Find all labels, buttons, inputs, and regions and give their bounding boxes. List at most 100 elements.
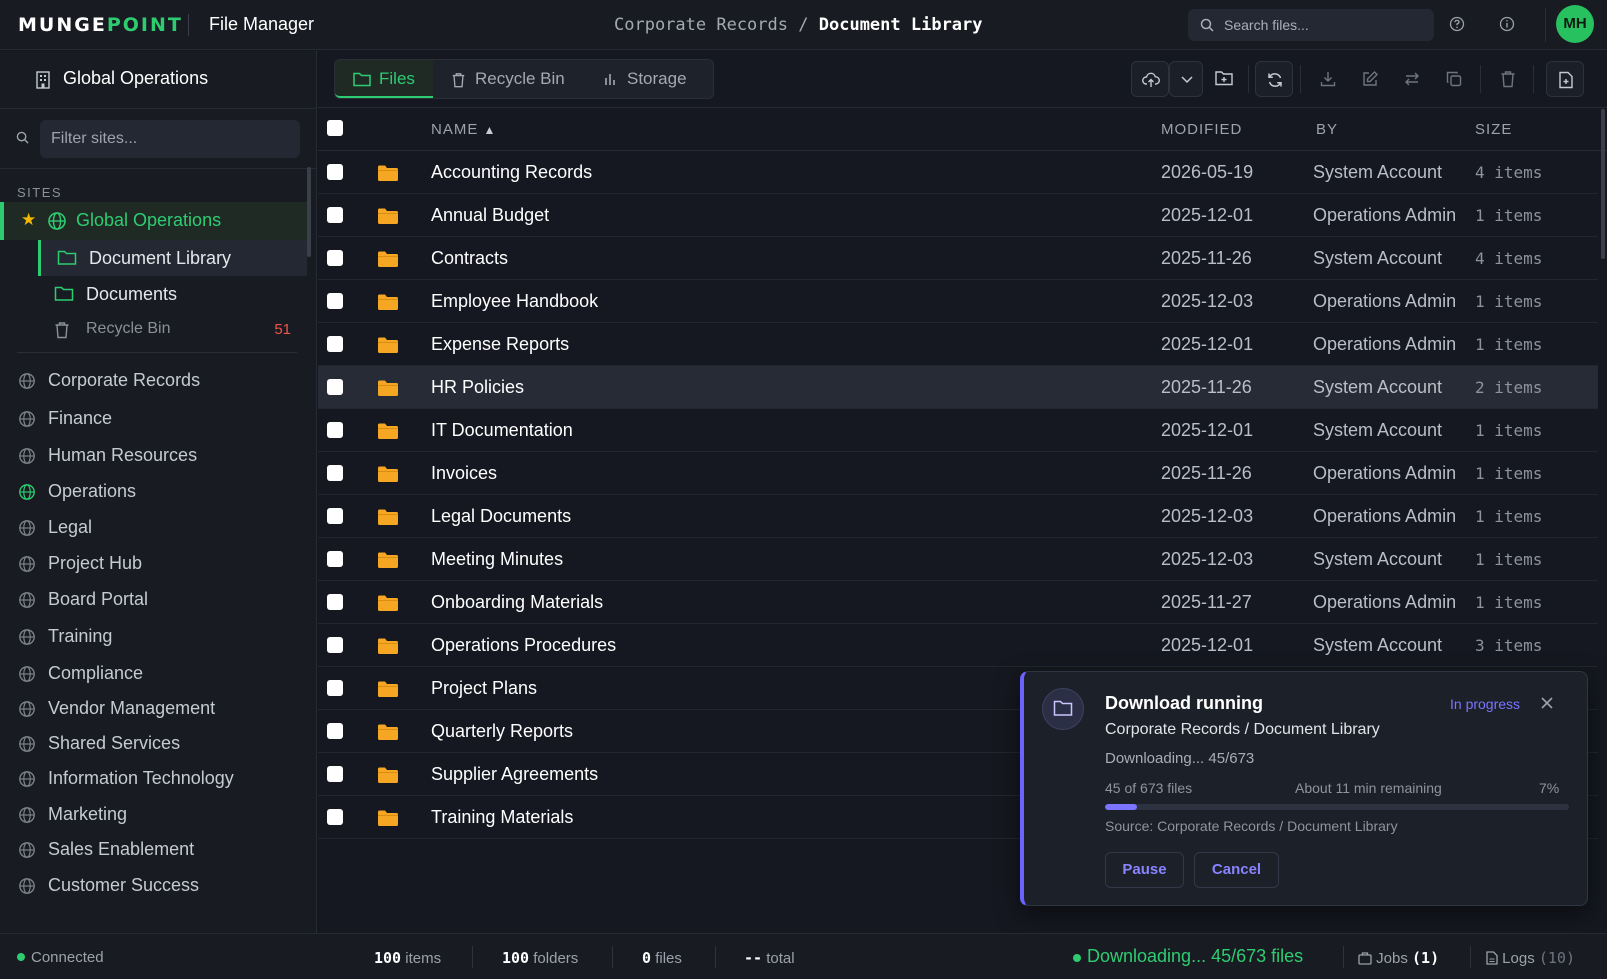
row-checkbox[interactable]: [327, 336, 343, 352]
globe-icon: [19, 629, 35, 645]
column-header-size[interactable]: SIZE: [1475, 121, 1512, 138]
tab-files[interactable]: Files: [335, 60, 433, 98]
row-name[interactable]: Project Plans: [431, 678, 537, 699]
rename-button[interactable]: [1352, 61, 1388, 97]
new-file-button[interactable]: [1546, 61, 1584, 97]
site-item-global-operations[interactable]: ★ Global Operations: [0, 202, 307, 240]
row-name[interactable]: Annual Budget: [431, 205, 549, 226]
table-row[interactable]: Operations Procedures 2025-12-01 System Ac…: [318, 624, 1598, 667]
tab-storage[interactable]: Storage: [585, 60, 713, 98]
row-checkbox[interactable]: [327, 594, 343, 610]
row-name[interactable]: Operations Procedures: [431, 635, 616, 656]
toolbar-divider: [1248, 65, 1249, 93]
sub-item-recycle-bin[interactable]: Recycle Bin 51: [38, 312, 307, 348]
sub-item-documents[interactable]: Documents: [38, 276, 307, 312]
row-name[interactable]: Onboarding Materials: [431, 592, 603, 613]
new-folder-button[interactable]: [1206, 61, 1242, 97]
tab-recycle-bin[interactable]: Recycle Bin: [433, 60, 585, 98]
site-item[interactable]: Human Resources: [0, 439, 307, 473]
site-item[interactable]: Finance: [0, 402, 307, 436]
upload-options-button[interactable]: [1169, 61, 1203, 97]
row-checkbox[interactable]: [327, 422, 343, 438]
site-item[interactable]: Operations: [0, 475, 307, 509]
table-row[interactable]: Meeting Minutes 2025-12-03 System Account 1…: [318, 538, 1598, 581]
table-row[interactable]: IT Documentation 2025-12-01 System Account…: [318, 409, 1598, 452]
row-checkbox[interactable]: [327, 809, 343, 825]
column-header-modified[interactable]: MODIFIED: [1161, 121, 1242, 138]
column-header-by[interactable]: BY: [1316, 121, 1338, 138]
site-item[interactable]: Corporate Records: [0, 364, 307, 398]
site-item[interactable]: Training: [0, 620, 307, 654]
row-name[interactable]: Contracts: [431, 248, 508, 269]
copy-button[interactable]: [1436, 61, 1472, 97]
sidebar-scrollbar[interactable]: [307, 167, 311, 257]
filter-sites-input[interactable]: [40, 120, 300, 158]
row-checkbox[interactable]: [327, 379, 343, 395]
table-row[interactable]: Onboarding Materials 2025-11-27 Operations…: [318, 581, 1598, 624]
upload-button[interactable]: [1131, 61, 1169, 97]
table-row[interactable]: Expense Reports 2025-12-01 Operations Admi…: [318, 323, 1598, 366]
app-logo[interactable]: MUNGEPOINT: [18, 14, 183, 36]
search-box[interactable]: [1188, 9, 1434, 41]
jobs-button[interactable]: Jobs (1): [1358, 949, 1439, 967]
star-icon[interactable]: ★: [21, 210, 36, 230]
table-row[interactable]: Accounting Records 2026-05-19 System Accou…: [318, 151, 1598, 194]
table-row[interactable]: HR Policies 2025-11-26 System Account 2 ite…: [318, 366, 1598, 409]
row-name[interactable]: IT Documentation: [431, 420, 573, 441]
row-checkbox[interactable]: [327, 508, 343, 524]
table-row[interactable]: Contracts 2025-11-26 System Account 4 items: [318, 237, 1598, 280]
table-row[interactable]: Employee Handbook 2025-12-03 Operations Ad…: [318, 280, 1598, 323]
avatar[interactable]: MH: [1556, 5, 1594, 43]
download-status[interactable]: Downloading... 45/673 files: [1087, 946, 1303, 967]
row-name[interactable]: Employee Handbook: [431, 291, 598, 312]
help-icon[interactable]: [1449, 16, 1465, 32]
table-scrollbar[interactable]: [1601, 109, 1605, 259]
site-item[interactable]: Compliance: [0, 657, 307, 691]
site-item[interactable]: Legal: [0, 511, 307, 545]
row-name[interactable]: Supplier Agreements: [431, 764, 598, 785]
logs-button[interactable]: Logs (10): [1486, 949, 1575, 967]
site-item[interactable]: Sales Enablement: [0, 833, 307, 867]
row-checkbox[interactable]: [327, 293, 343, 309]
row-checkbox[interactable]: [327, 465, 343, 481]
table-row[interactable]: Annual Budget 2025-12-01 Operations Admin 1…: [318, 194, 1598, 237]
row-checkbox[interactable]: [327, 207, 343, 223]
site-item[interactable]: Information Technology: [0, 762, 307, 796]
row-checkbox[interactable]: [327, 766, 343, 782]
site-item[interactable]: Customer Success: [0, 869, 307, 903]
row-name[interactable]: HR Policies: [431, 377, 524, 398]
row-name[interactable]: Meeting Minutes: [431, 549, 563, 570]
row-checkbox[interactable]: [327, 551, 343, 567]
site-item[interactable]: Shared Services: [0, 727, 307, 761]
select-all-checkbox[interactable]: [327, 120, 343, 136]
site-item[interactable]: Board Portal: [0, 583, 307, 617]
row-name[interactable]: Training Materials: [431, 807, 573, 828]
table-row[interactable]: Legal Documents 2025-12-03 Operations Admi…: [318, 495, 1598, 538]
row-name[interactable]: Legal Documents: [431, 506, 571, 527]
download-button[interactable]: [1310, 61, 1346, 97]
refresh-button[interactable]: [1255, 61, 1293, 97]
row-name[interactable]: Expense Reports: [431, 334, 569, 355]
info-icon[interactable]: [1499, 16, 1515, 32]
site-item[interactable]: Project Hub: [0, 547, 307, 581]
breadcrumb-parent[interactable]: Corporate Records: [614, 15, 788, 35]
search-input[interactable]: [1224, 9, 1424, 41]
row-name[interactable]: Invoices: [431, 463, 497, 484]
pause-button[interactable]: Pause: [1105, 852, 1184, 888]
close-icon[interactable]: [1538, 694, 1556, 712]
sub-item-document-library[interactable]: Document Library: [38, 240, 307, 276]
site-item[interactable]: Marketing: [0, 798, 307, 832]
column-header-name[interactable]: NAME ▲: [431, 121, 496, 138]
row-name[interactable]: Quarterly Reports: [431, 721, 573, 742]
table-row[interactable]: Invoices 2025-11-26 Operations Admin 1 item…: [318, 452, 1598, 495]
move-button[interactable]: [1394, 61, 1430, 97]
delete-button[interactable]: [1491, 61, 1527, 97]
row-name[interactable]: Accounting Records: [431, 162, 592, 183]
row-checkbox[interactable]: [327, 680, 343, 696]
row-checkbox[interactable]: [327, 250, 343, 266]
row-checkbox[interactable]: [327, 723, 343, 739]
row-checkbox[interactable]: [327, 637, 343, 653]
row-checkbox[interactable]: [327, 164, 343, 180]
site-item[interactable]: Vendor Management: [0, 692, 307, 726]
cancel-button[interactable]: Cancel: [1194, 852, 1279, 888]
